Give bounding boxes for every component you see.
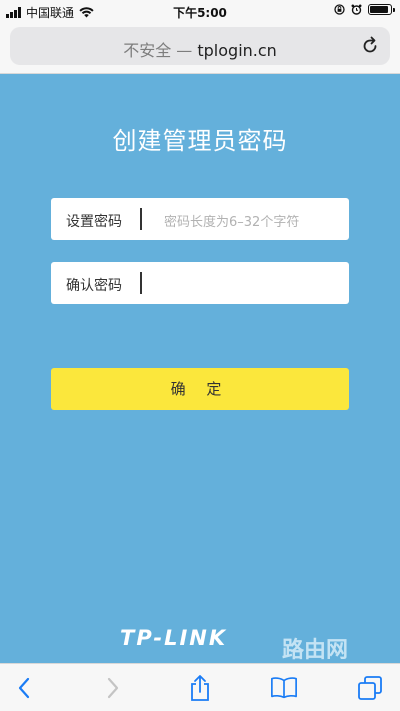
alarm-icon xyxy=(351,4,362,15)
watermark: 路由网 xyxy=(282,638,349,663)
confirm-password-label: 确认密码 xyxy=(66,278,122,294)
text-cursor xyxy=(140,208,142,230)
password-field-label: 设置密码 xyxy=(66,214,122,230)
page-title: 创建管理员密码 xyxy=(112,127,288,155)
password-placeholder: 密码长度为6–32个字符 xyxy=(164,215,300,230)
back-icon[interactable] xyxy=(10,674,38,702)
address-bar[interactable]: 不安全 — tplogin.cn xyxy=(10,27,390,65)
bookmarks-icon[interactable] xyxy=(270,674,298,702)
share-icon[interactable] xyxy=(186,674,214,702)
tp-link-logo: TP-LINK xyxy=(120,626,228,650)
url-domain: tplogin.cn xyxy=(197,41,277,60)
status-right xyxy=(334,4,395,15)
confirm-button[interactable]: 确 定 xyxy=(51,368,349,410)
status-bar: 中国联通 下午5:00 xyxy=(0,0,400,22)
battery-icon xyxy=(368,4,395,15)
orientation-lock-icon xyxy=(334,4,345,15)
browser-toolbar xyxy=(0,663,400,711)
browser-address-area: 不安全 — tplogin.cn xyxy=(0,22,400,74)
tabs-icon[interactable] xyxy=(356,674,384,702)
password-field[interactable]: 设置密码 密码长度为6–32个字符 xyxy=(51,198,349,240)
confirm-password-field[interactable]: 确认密码 xyxy=(51,262,349,304)
forward-icon[interactable] xyxy=(99,674,127,702)
reload-icon[interactable] xyxy=(360,36,380,56)
url-text[interactable]: 不安全 — tplogin.cn xyxy=(10,37,390,61)
insecure-label: 不安全 — xyxy=(123,41,193,60)
text-cursor xyxy=(140,272,142,294)
